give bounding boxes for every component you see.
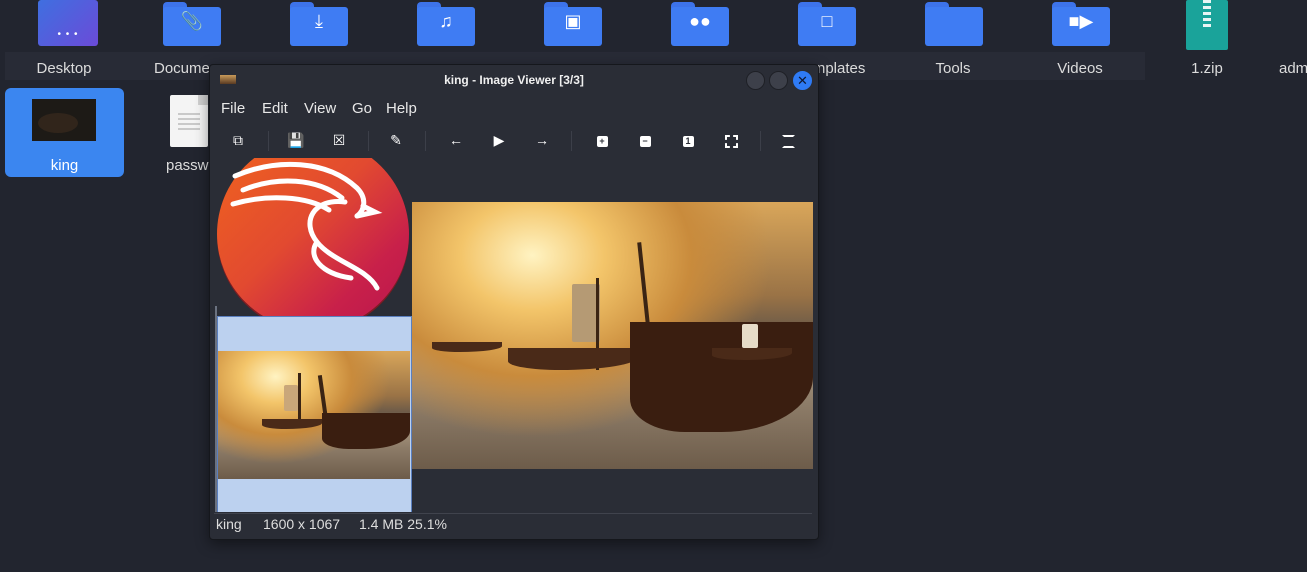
close-button[interactable]: ✕ bbox=[793, 71, 812, 90]
save-icon[interactable]: 💾 bbox=[285, 129, 307, 151]
desktop-icon-label: king bbox=[50, 157, 79, 174]
menu-help[interactable]: Help bbox=[386, 100, 417, 117]
downloads-folder-icon: ⤓ bbox=[290, 2, 348, 46]
fullscreen-icon[interactable] bbox=[777, 129, 799, 151]
text-file-icon[interactable] bbox=[170, 95, 208, 147]
desktop-icon-label: 1.zip bbox=[1191, 60, 1223, 77]
templates-folder-icon: □ bbox=[798, 2, 856, 46]
forward-arrow-icon[interactable]: → bbox=[531, 129, 553, 151]
music-folder-icon: ♫ bbox=[417, 2, 475, 46]
documents-folder-icon: 📎 bbox=[163, 2, 221, 46]
status-divider bbox=[214, 513, 812, 514]
toolbar-separator bbox=[368, 131, 369, 151]
zoom-fit-icon[interactable] bbox=[720, 129, 742, 151]
desktop-icon-label: passw bbox=[166, 157, 209, 174]
desktop-icon-label: Tools bbox=[935, 60, 971, 77]
desktop-icon-label: nplates bbox=[817, 60, 866, 77]
pictures-folder-icon: ▣ bbox=[544, 2, 602, 46]
window-title: king - Image Viewer [3/3] bbox=[444, 73, 584, 87]
titlebar[interactable]: king - Image Viewer [3/3] ✕ bbox=[210, 65, 818, 95]
kali-dragon-icon bbox=[230, 161, 383, 291]
menu-go[interactable]: Go bbox=[352, 100, 372, 117]
desktop-folder-icon: • • • bbox=[38, 0, 98, 46]
image-viewer-window: king - Image Viewer [3/3] ✕ File Edit Vi… bbox=[209, 64, 819, 540]
play-icon[interactable]: ▶ bbox=[488, 129, 510, 151]
status-size-zoom: 1.4 MB 25.1% bbox=[359, 516, 447, 532]
zoom-in-icon[interactable]: + bbox=[591, 129, 613, 151]
minimize-button[interactable] bbox=[746, 71, 765, 90]
toolbar-separator bbox=[425, 131, 426, 151]
zoom-100-icon[interactable]: 1 bbox=[677, 129, 699, 151]
desktop-icon-label: adm bbox=[1279, 60, 1307, 77]
image-thumbnail-icon bbox=[32, 99, 96, 141]
toolbar-separator bbox=[571, 131, 572, 151]
edit-icon[interactable]: ✎ bbox=[385, 129, 407, 151]
public-folder-icon: ●● bbox=[671, 2, 729, 46]
desktop-icon-label: Videos bbox=[1057, 60, 1103, 77]
menu-file[interactable]: File bbox=[221, 100, 245, 117]
thumbnail-pane[interactable] bbox=[214, 158, 412, 512]
zoom-out-icon[interactable]: − bbox=[634, 129, 656, 151]
menu-view[interactable]: View bbox=[304, 100, 336, 117]
open-icon[interactable]: ⧉ bbox=[227, 129, 249, 151]
videos-folder-icon: ■▶ bbox=[1052, 2, 1110, 46]
maximize-button[interactable] bbox=[769, 71, 788, 90]
desktop-icon-videos[interactable]: ■▶ Videos bbox=[1020, 0, 1140, 82]
desktop-icon-label: Desktop bbox=[36, 60, 92, 77]
status-name: king bbox=[216, 516, 242, 532]
desktop-icon-king[interactable]: king bbox=[5, 88, 124, 177]
back-arrow-icon[interactable]: ← bbox=[445, 129, 467, 151]
status-dimensions: 1600 x 1067 bbox=[263, 516, 341, 532]
menu-edit[interactable]: Edit bbox=[262, 100, 288, 117]
desktop-icon-tools[interactable]: Tools bbox=[893, 0, 1013, 82]
toolbar-separator bbox=[268, 131, 269, 151]
folder-icon bbox=[925, 2, 983, 46]
toolbar: ⧉ 💾 ☒ ✎ ← ▶ → + − 1 bbox=[210, 125, 818, 157]
desktop-icon-desktop[interactable]: • • • Desktop bbox=[4, 0, 124, 82]
delete-icon[interactable]: ☒ bbox=[328, 129, 350, 151]
thumbnail-king-selected[interactable] bbox=[217, 316, 412, 512]
desktop-icon-adm[interactable]: adm bbox=[1260, 0, 1307, 82]
thumbnail-scrollbar[interactable] bbox=[215, 306, 217, 512]
zip-archive-icon bbox=[1186, 0, 1228, 50]
desktop-icon-1zip[interactable]: 1.zip bbox=[1147, 0, 1267, 82]
thumbnail-viking-image bbox=[218, 351, 410, 479]
zoom-100-glyph: 1 bbox=[682, 135, 694, 147]
thumbnail-kali-logo[interactable] bbox=[217, 158, 409, 330]
main-image-viking-ships[interactable] bbox=[412, 202, 813, 469]
toolbar-separator bbox=[760, 131, 761, 151]
